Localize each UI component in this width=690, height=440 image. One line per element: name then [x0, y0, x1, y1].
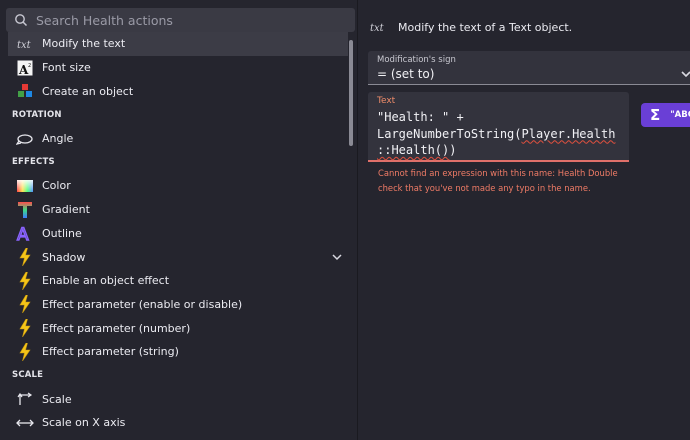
invalid-expression-part: ::Health() — [377, 143, 450, 157]
expression-editor-button[interactable]: Σ "ABC — [641, 103, 690, 127]
actions-list: txt Modify the text A 2 Font size Create an o… — [8, 32, 348, 435]
text-field-label: Text — [377, 96, 396, 106]
list-item-label: Effect parameter (enable or disable) — [42, 297, 243, 311]
list-item[interactable]: A Outline — [8, 222, 348, 246]
list-item[interactable]: Color — [8, 174, 348, 198]
expression-button-label: "ABC — [670, 110, 690, 120]
list-item[interactable]: Enable an object effect — [8, 269, 348, 293]
section-header-scale: SCALE — [12, 370, 44, 381]
expression-line-3: ::Health()) — [377, 143, 457, 157]
chevron-down-icon[interactable] — [332, 251, 342, 264]
list-item-label: Create an object — [42, 84, 134, 98]
outline-icon: A — [8, 224, 42, 243]
list-item[interactable]: Effect parameter (string) — [8, 340, 348, 364]
scale-icon — [8, 391, 42, 407]
list-item-label: Outline — [42, 226, 82, 240]
search-icon — [6, 13, 36, 27]
list-item-label: Scale — [42, 392, 72, 406]
list-item[interactable]: Scale — [8, 387, 348, 411]
sigma-icon: Σ — [650, 106, 661, 124]
create-object-icon — [8, 83, 42, 99]
list-item[interactable]: Shadow — [8, 245, 348, 269]
invalid-expression-part: Player.Health — [521, 126, 616, 141]
expression-line-2: LargeNumberToString(Player.Health — [377, 126, 616, 141]
lightning-icon — [8, 319, 42, 338]
list-item-label: Scale on X axis — [42, 416, 126, 430]
svg-text:A: A — [17, 225, 29, 242]
list-item-label: Color — [42, 179, 71, 193]
svg-text:txt: txt — [370, 23, 385, 33]
scrollbar[interactable] — [349, 40, 353, 146]
search-placeholder: Search Health actions — [36, 12, 173, 28]
modification-sign-label: Modification's sign — [377, 55, 456, 65]
modification-sign-select[interactable]: Modification's sign = (set to) — [368, 51, 690, 85]
text-expression-value[interactable]: "Health: " + LargeNumberToString(Player.… — [377, 109, 627, 159]
list-item[interactable]: A 2 Font size — [8, 56, 348, 80]
list-item-label: Font size — [42, 61, 91, 75]
list-item[interactable]: Angle — [8, 127, 348, 151]
svg-text:2: 2 — [28, 63, 31, 69]
section-header-rotation: ROTATION — [12, 109, 62, 120]
action-editor: txt Modify the text of a Text object. Mo… — [360, 0, 690, 440]
lightning-icon — [8, 271, 42, 290]
color-icon — [8, 179, 42, 193]
list-item[interactable]: txt Modify the text — [8, 32, 348, 56]
lightning-icon — [8, 295, 42, 314]
action-description: Modify the text of a Text object. — [398, 21, 573, 34]
list-item[interactable]: Create an object — [8, 79, 348, 103]
actions-panel: Search Health actions txt Modify the text… — [0, 0, 358, 440]
text-expression-field[interactable]: Text "Health: " + LargeNumberToString(Pl… — [368, 92, 629, 162]
expression-line-1: "Health: " + — [377, 110, 464, 124]
error-message: Cannot find an expression with this name… — [378, 168, 618, 193]
txt-icon: txt — [370, 18, 386, 37]
lightning-icon — [8, 248, 42, 267]
action-header: txt Modify the text of a Text object. — [370, 18, 572, 37]
gradient-icon — [8, 201, 42, 219]
list-item-label: Modify the text — [42, 37, 126, 51]
list-item[interactable]: Scale on X axis — [8, 411, 348, 435]
list-item-label: Shadow — [42, 250, 86, 264]
search-input[interactable]: Search Health actions — [6, 8, 355, 32]
list-item[interactable]: Gradient — [8, 198, 348, 222]
font-size-icon: A2 — [8, 60, 42, 76]
section-header-effects: EFFECTS — [12, 157, 55, 168]
txt-icon: txt — [8, 38, 42, 50]
svg-text:txt: txt — [17, 40, 32, 50]
angle-icon — [8, 132, 42, 146]
list-item[interactable]: Effect parameter (enable or disable) — [8, 293, 348, 317]
modification-sign-value: = (set to) — [377, 67, 435, 81]
list-item[interactable]: Effect parameter (number) — [8, 316, 348, 340]
lightning-icon — [8, 342, 42, 361]
list-item-label: Effect parameter (number) — [42, 321, 191, 335]
scale-x-icon — [8, 418, 42, 428]
dropdown-arrow-icon — [681, 63, 690, 82]
list-item-label: Enable an object effect — [42, 274, 170, 288]
list-item-label: Gradient — [42, 203, 90, 217]
list-item-label: Effect parameter (string) — [42, 345, 179, 359]
list-item-label: Angle — [42, 132, 74, 146]
